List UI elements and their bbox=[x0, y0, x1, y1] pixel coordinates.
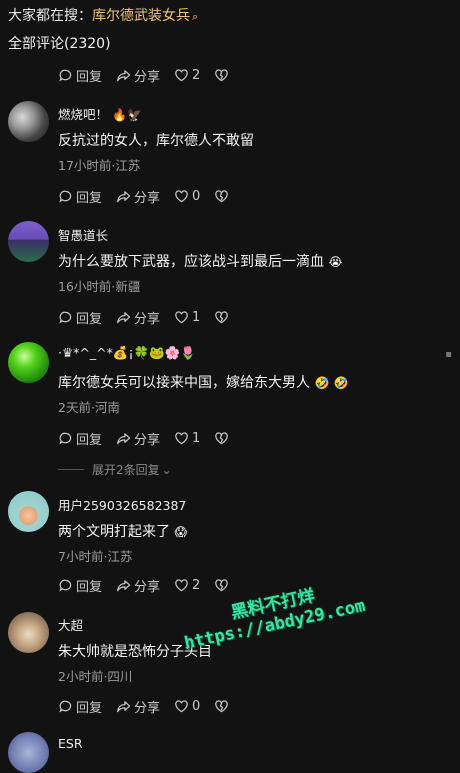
comment-text: 库尔德女兵可以接来中国，嫁给东大男人 🤣 🤣 bbox=[58, 375, 349, 391]
action-row: 回复 分享 1 bbox=[58, 429, 243, 448]
search-icon: ⌕ bbox=[192, 10, 199, 23]
like-button[interactable]: 2 bbox=[174, 68, 200, 83]
reply-icon bbox=[59, 700, 72, 713]
broken-heart-icon bbox=[215, 579, 229, 592]
dislike-button[interactable] bbox=[214, 431, 229, 446]
share-icon bbox=[117, 580, 131, 592]
broken-heart-icon bbox=[215, 432, 229, 445]
share-button[interactable]: 分享 bbox=[116, 66, 160, 85]
comment-time-location: 7小时前·江苏 bbox=[58, 549, 133, 564]
laughing-face-icon: 🤣 bbox=[314, 376, 330, 390]
broken-heart-icon bbox=[215, 700, 229, 713]
dislike-button[interactable] bbox=[214, 699, 229, 714]
share-icon bbox=[117, 312, 131, 324]
comment-time-location: 16小时前·新疆 bbox=[58, 279, 141, 294]
comment-text: 为什么要放下武器，应该战斗到最后一滴血 😭 bbox=[58, 254, 343, 270]
dislike-button[interactable] bbox=[214, 189, 229, 204]
share-icon bbox=[117, 433, 131, 445]
like-count: 2 bbox=[192, 578, 201, 593]
shocked-face-icon: 😱 bbox=[174, 525, 187, 539]
dislike-button[interactable] bbox=[214, 310, 229, 325]
heart-icon bbox=[175, 190, 188, 203]
search-suggestion[interactable]: 大家都在搜：库尔德武装女兵 ⌕ bbox=[8, 5, 198, 25]
username[interactable]: ESR bbox=[58, 736, 83, 751]
crying-face-icon: 😭 bbox=[328, 255, 343, 269]
search-keyword-link[interactable]: 库尔德武装女兵 bbox=[92, 8, 190, 24]
broken-heart-icon bbox=[215, 69, 229, 82]
more-icon[interactable]: ▪ bbox=[445, 349, 452, 360]
share-icon bbox=[117, 701, 131, 713]
reply-icon bbox=[59, 190, 72, 203]
comment-time-location: 2小时前·四川 bbox=[58, 669, 133, 684]
action-row: 回复 分享 1 bbox=[58, 308, 243, 327]
heart-icon bbox=[175, 579, 188, 592]
heart-icon bbox=[175, 69, 188, 82]
eagle-icon: 🦅 bbox=[126, 108, 142, 122]
expand-replies-button[interactable]: 展开2条回复 ⌄ bbox=[58, 461, 172, 478]
avatar[interactable] bbox=[8, 221, 49, 262]
avatar[interactable] bbox=[8, 732, 49, 773]
like-count: 0 bbox=[192, 699, 201, 714]
heart-icon bbox=[175, 311, 188, 324]
heart-icon bbox=[175, 432, 188, 445]
chevron-down-icon: ⌄ bbox=[161, 462, 172, 477]
like-button[interactable]: 1 bbox=[174, 310, 200, 325]
comment-text: 反抗过的女人，库尔德人不敢留 bbox=[58, 133, 254, 149]
share-icon bbox=[117, 70, 131, 82]
username[interactable]: 燃烧吧！ 🔥🦅 bbox=[58, 104, 142, 123]
reply-button[interactable]: 回复 bbox=[58, 66, 102, 85]
action-row: 回复 分享 0 bbox=[58, 187, 243, 206]
avatar[interactable] bbox=[8, 491, 49, 532]
reply-button[interactable]: 回复 bbox=[58, 697, 102, 716]
reply-button[interactable]: 回复 bbox=[58, 187, 102, 206]
like-count: 2 bbox=[192, 68, 201, 83]
avatar[interactable] bbox=[8, 101, 49, 142]
share-icon bbox=[117, 191, 131, 203]
search-prefix: 大家都在搜： bbox=[8, 8, 92, 24]
reply-icon bbox=[59, 579, 72, 592]
dislike-button[interactable] bbox=[214, 68, 229, 83]
share-button[interactable]: 分享 bbox=[116, 576, 160, 595]
comment-text: 两个文明打起来了 😱 bbox=[58, 524, 187, 540]
reply-button[interactable]: 回复 bbox=[58, 308, 102, 327]
username[interactable]: ·♛*^_^*💰¡🍀🐸🌸🌷 bbox=[58, 345, 196, 361]
comment-time-location: 2天前·河南 bbox=[58, 400, 120, 415]
heart-icon bbox=[175, 700, 188, 713]
like-button[interactable]: 1 bbox=[174, 431, 200, 446]
action-row: 回复 分享 0 bbox=[58, 697, 243, 716]
laughing-face-icon: 🤣 bbox=[333, 376, 349, 390]
reply-icon bbox=[59, 432, 72, 445]
dislike-button[interactable] bbox=[214, 578, 229, 593]
username[interactable]: 大超 bbox=[58, 615, 83, 634]
like-button[interactable]: 0 bbox=[174, 699, 200, 714]
broken-heart-icon bbox=[215, 190, 229, 203]
share-button[interactable]: 分享 bbox=[116, 187, 160, 206]
share-button[interactable]: 分享 bbox=[116, 429, 160, 448]
avatar[interactable] bbox=[8, 612, 49, 653]
reply-icon bbox=[59, 311, 72, 324]
like-count: 0 bbox=[192, 189, 201, 204]
reply-button[interactable]: 回复 bbox=[58, 429, 102, 448]
share-button[interactable]: 分享 bbox=[116, 697, 160, 716]
action-row: 回复 分享 2 bbox=[58, 66, 243, 85]
reply-icon bbox=[59, 69, 72, 82]
like-button[interactable]: 2 bbox=[174, 578, 200, 593]
username[interactable]: 用户2590326582387 bbox=[58, 495, 186, 514]
avatar[interactable] bbox=[8, 342, 49, 383]
like-count: 1 bbox=[192, 310, 201, 325]
divider bbox=[58, 469, 84, 470]
comment-count: 全部评论(2320) bbox=[8, 36, 111, 52]
action-row: 回复 分享 2 bbox=[58, 576, 243, 595]
comment-time-location: 17小时前·江苏 bbox=[58, 158, 141, 173]
like-count: 1 bbox=[192, 431, 201, 446]
reply-button[interactable]: 回复 bbox=[58, 576, 102, 595]
share-button[interactable]: 分享 bbox=[116, 308, 160, 327]
fire-icon: 🔥 bbox=[112, 108, 127, 122]
like-button[interactable]: 0 bbox=[174, 189, 200, 204]
username[interactable]: 智愚道长 bbox=[58, 225, 108, 244]
broken-heart-icon bbox=[215, 311, 229, 324]
